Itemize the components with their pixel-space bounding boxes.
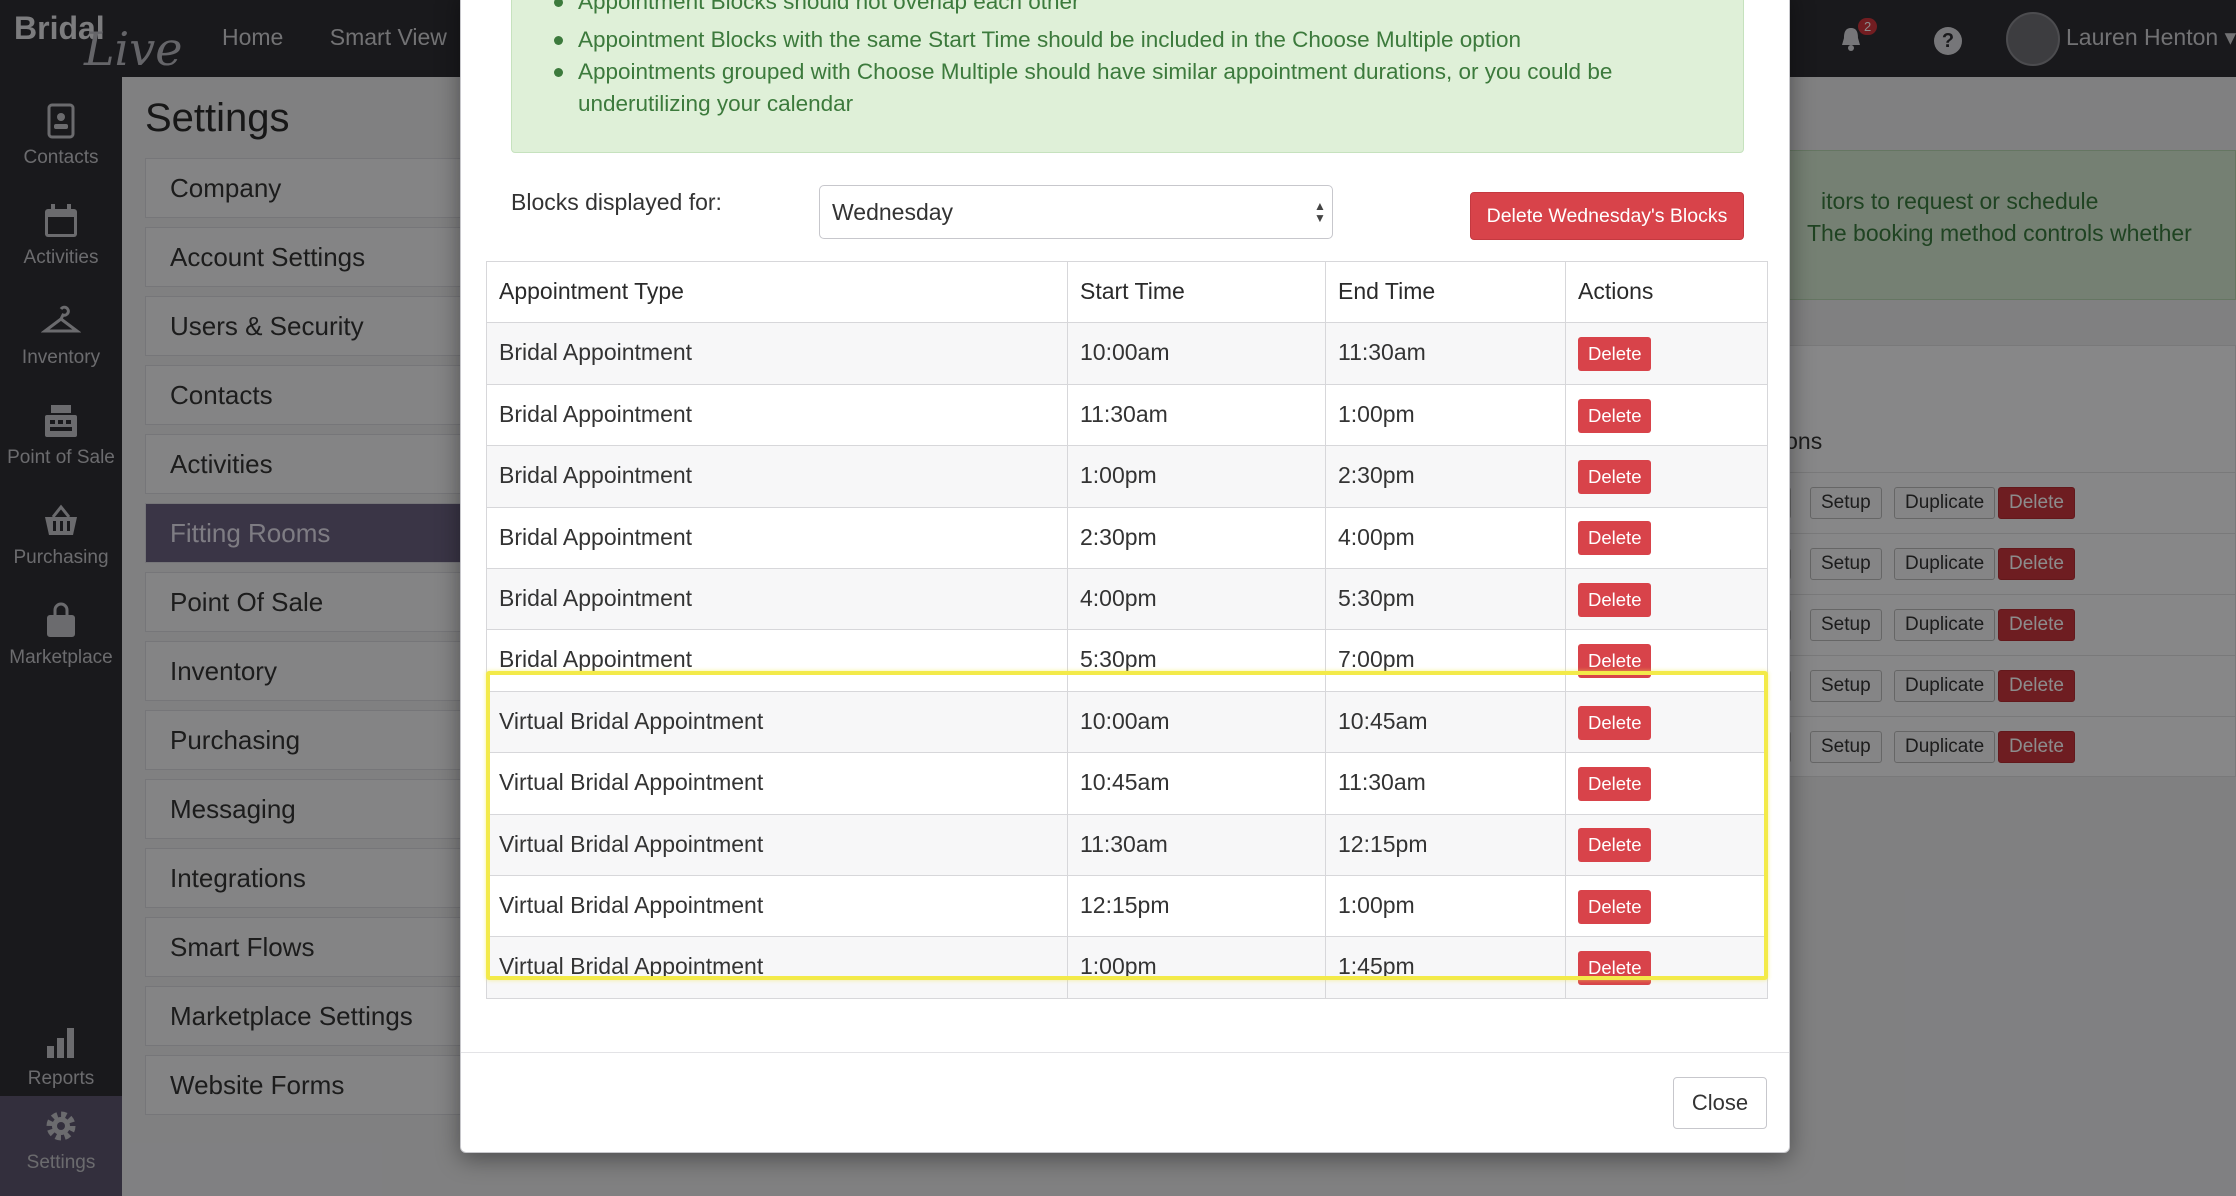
guideline-item: Appointment Blocks should not overlap ea… [552,0,1732,18]
cell-start-time: 12:15pm [1068,875,1326,937]
cell-actions: Delete [1566,568,1768,630]
cell-appointment-type: Virtual Bridal Appointment [486,691,1068,753]
select-arrows-icon: ▲ ▼ [1314,199,1326,225]
row-delete-button[interactable]: Delete [1578,521,1652,556]
cell-start-time: 1:00pm [1068,446,1326,507]
table-header-row: Appointment Type Start Time End Time Act… [486,262,1768,324]
table-row: Virtual Bridal Appointment 10:00am 10:45… [486,691,1768,754]
guidelines-notice: Appointment Blocks should not overlap ea… [511,0,1744,153]
cell-appointment-type: Bridal Appointment [486,568,1068,630]
cell-end-time: 2:30pm [1326,446,1566,507]
cell-start-time: 11:30am [1068,384,1326,446]
column-header-start-time: Start Time [1068,262,1326,323]
row-delete-button[interactable]: Delete [1578,889,1652,924]
row-delete-button[interactable]: Delete [1578,951,1652,986]
cell-appointment-type: Virtual Bridal Appointment [486,753,1068,814]
column-header-actions: Actions [1566,262,1768,323]
cell-appointment-type: Virtual Bridal Appointment [486,937,1068,998]
cell-start-time: 5:30pm [1068,630,1326,691]
cell-start-time: 4:00pm [1068,568,1326,630]
row-delete-button[interactable]: Delete [1578,398,1652,433]
cell-start-time: 10:45am [1068,753,1326,814]
appointment-blocks-modal: Appointment Blocks should not overlap ea… [460,0,1790,1153]
cell-start-time: 10:00am [1068,323,1326,384]
modal-footer-divider [461,1052,1789,1053]
delete-day-blocks-button[interactable]: Delete Wednesday's Blocks [1470,192,1744,240]
blocks-displayed-label: Blocks displayed for: [511,189,722,215]
cell-actions: Delete [1566,753,1768,814]
table-row: Virtual Bridal Appointment 1:00pm 1:45pm… [486,937,1768,999]
cell-actions: Delete [1566,691,1768,753]
cell-actions: Delete [1566,814,1768,875]
day-select[interactable]: Wednesday ▲ ▼ [819,185,1333,239]
cell-actions: Delete [1566,875,1768,937]
table-row: Bridal Appointment 11:30am 1:00pm Delete [486,384,1768,447]
cell-end-time: 1:45pm [1326,937,1566,998]
cell-actions: Delete [1566,937,1768,998]
cell-end-time: 5:30pm [1326,568,1566,630]
cell-actions: Delete [1566,323,1768,384]
cell-appointment-type: Virtual Bridal Appointment [486,875,1068,937]
table-row: Bridal Appointment 4:00pm 5:30pm Delete [486,568,1768,631]
row-delete-button[interactable]: Delete [1578,828,1652,863]
guidelines-list: Appointment Blocks should not overlap ea… [552,0,1732,120]
guideline-item: Appointments grouped with Choose Multipl… [552,56,1732,120]
row-delete-button[interactable]: Delete [1578,644,1652,679]
table-row: Virtual Bridal Appointment 10:45am 11:30… [486,753,1768,815]
table-row: Bridal Appointment 1:00pm 2:30pm Delete [486,446,1768,508]
cell-start-time: 1:00pm [1068,937,1326,998]
cell-start-time: 2:30pm [1068,507,1326,568]
cell-actions: Delete [1566,384,1768,446]
cell-end-time: 12:15pm [1326,814,1566,875]
cell-appointment-type: Bridal Appointment [486,323,1068,384]
cell-end-time: 11:30am [1326,323,1566,384]
cell-end-time: 1:00pm [1326,875,1566,937]
cell-appointment-type: Bridal Appointment [486,507,1068,568]
cell-start-time: 11:30am [1068,814,1326,875]
row-delete-button[interactable]: Delete [1578,705,1652,740]
guideline-item: Appointment Blocks with the same Start T… [552,24,1732,56]
cell-appointment-type: Virtual Bridal Appointment [486,814,1068,875]
cell-appointment-type: Bridal Appointment [486,384,1068,446]
table-row: Virtual Bridal Appointment 12:15pm 1:00p… [486,875,1768,938]
column-header-end-time: End Time [1326,262,1566,323]
cell-end-time: 4:00pm [1326,507,1566,568]
column-header-appointment-type: Appointment Type [486,262,1068,323]
table-row: Bridal Appointment 5:30pm 7:00pm Delete [486,630,1768,692]
cell-appointment-type: Bridal Appointment [486,446,1068,507]
row-delete-button[interactable]: Delete [1578,767,1652,802]
table-row: Bridal Appointment 10:00am 11:30am Delet… [486,323,1768,385]
cell-actions: Delete [1566,446,1768,507]
table-row: Virtual Bridal Appointment 11:30am 12:15… [486,814,1768,876]
cell-end-time: 1:00pm [1326,384,1566,446]
selected-day: Wednesday [832,199,954,225]
row-delete-button[interactable]: Delete [1578,337,1652,372]
close-button[interactable]: Close [1673,1077,1767,1129]
appointment-blocks-table: Appointment Type Start Time End Time Act… [486,261,1768,999]
cell-end-time: 11:30am [1326,753,1566,814]
cell-start-time: 10:00am [1068,691,1326,753]
cell-actions: Delete [1566,630,1768,691]
row-delete-button[interactable]: Delete [1578,460,1652,495]
table-row: Bridal Appointment 2:30pm 4:00pm Delete [486,507,1768,569]
row-delete-button[interactable]: Delete [1578,582,1652,617]
cell-end-time: 10:45am [1326,691,1566,753]
cell-end-time: 7:00pm [1326,630,1566,691]
cell-actions: Delete [1566,507,1768,568]
cell-appointment-type: Bridal Appointment [486,630,1068,691]
